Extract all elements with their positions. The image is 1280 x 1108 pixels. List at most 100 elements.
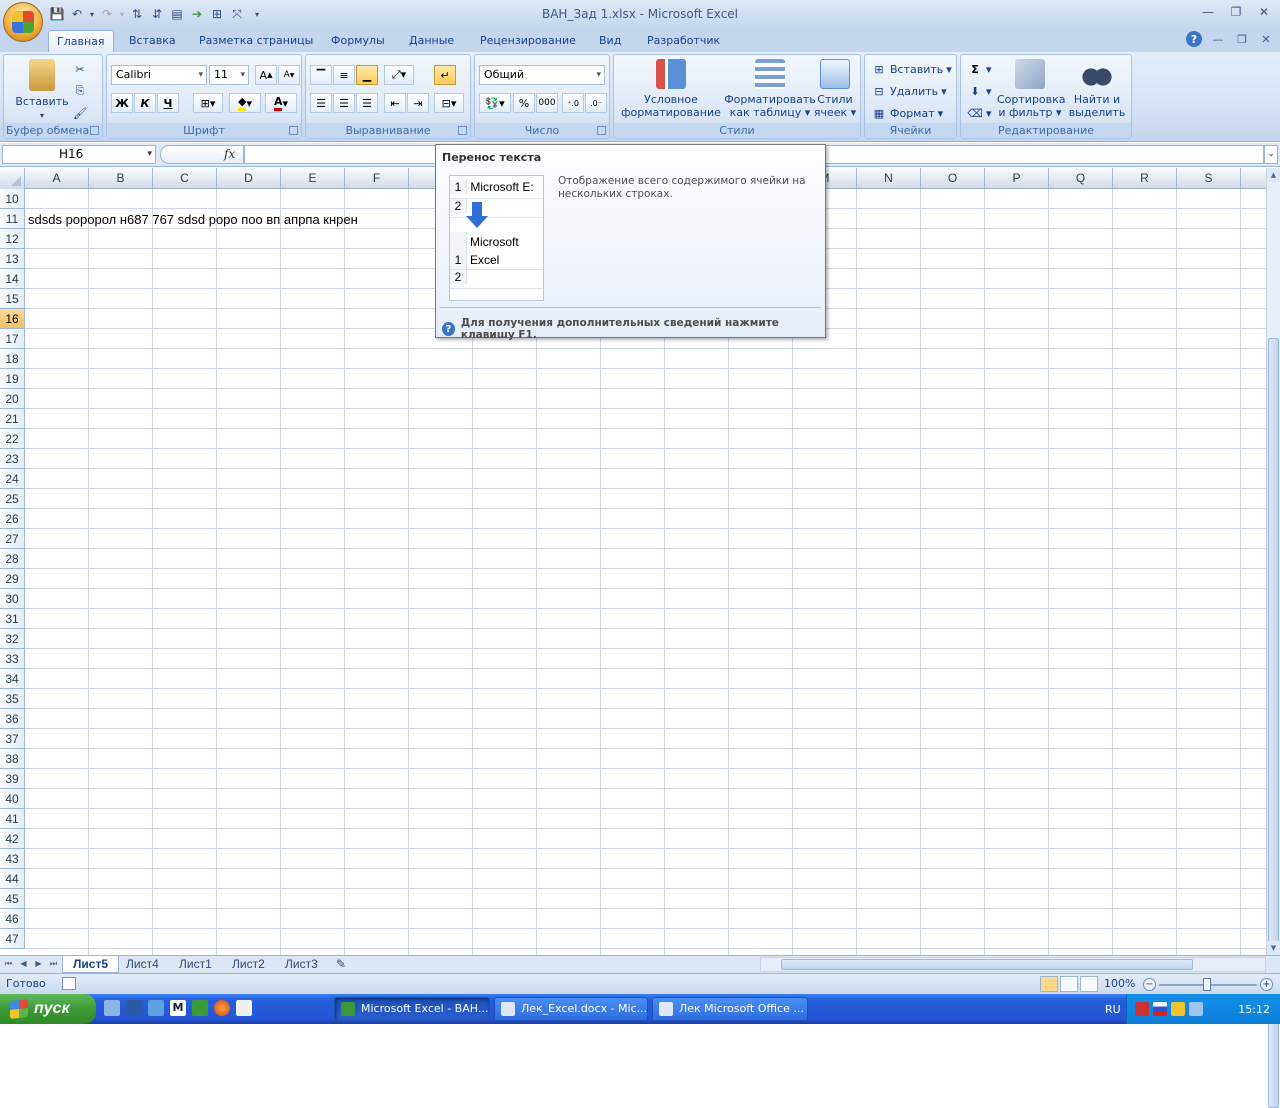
align-top-button[interactable]: ▔	[310, 65, 332, 85]
align-left-button[interactable]: ☰	[310, 93, 332, 113]
row-header[interactable]: 21	[0, 409, 25, 429]
language-indicator[interactable]: RU	[1105, 1003, 1121, 1016]
doc-minimize-icon[interactable]: —	[1210, 31, 1226, 47]
row-header[interactable]: 27	[0, 529, 25, 549]
column-header[interactable]: N	[857, 168, 921, 189]
insert-cells-button[interactable]: ⊞ Вставить ▾	[871, 59, 951, 79]
shrink-font-button[interactable]: A ▼	[278, 65, 300, 85]
normal-view-icon[interactable]	[1040, 976, 1058, 992]
column-header[interactable]: E	[281, 168, 345, 189]
number-format-select[interactable]: Общий	[479, 65, 605, 85]
doc-close-icon[interactable]: ✕	[1258, 31, 1274, 47]
font-size-select[interactable]: 11	[209, 65, 249, 85]
merge-center-button[interactable]: ⊟▾	[434, 93, 464, 113]
format-painter-button[interactable]: 🖌	[72, 103, 88, 123]
thousands-button[interactable]: 000	[536, 93, 558, 113]
insert-function-icon[interactable]: fx	[224, 147, 235, 161]
row-header[interactable]: 22	[0, 429, 25, 449]
tab-insert[interactable]: Вставка	[121, 30, 184, 52]
row-header[interactable]: 16	[0, 309, 25, 329]
column-header[interactable]: B	[89, 168, 153, 189]
quicklaunch-calc-icon[interactable]	[148, 1000, 164, 1016]
zoom-slider[interactable]: − +	[1143, 978, 1273, 992]
tab-page-layout[interactable]: Разметка страницы	[191, 30, 321, 52]
percent-button[interactable]: %	[513, 93, 535, 113]
borders-button[interactable]: ⊞▾	[193, 93, 223, 113]
align-center-button[interactable]: ☰	[333, 93, 355, 113]
increase-indent-button[interactable]: ⇥	[407, 93, 429, 113]
row-header[interactable]: 43	[0, 849, 25, 869]
row-header[interactable]: 14	[0, 269, 25, 289]
find-select-button[interactable]: Найти и выделить ▾	[1065, 59, 1129, 132]
select-all-button[interactable]	[0, 168, 25, 189]
orientation-button[interactable]: ⤢▾	[384, 65, 414, 85]
quicklaunch-excel-icon[interactable]	[192, 1000, 208, 1016]
delete-cells-button[interactable]: ⊟ Удалить ▾	[871, 81, 946, 101]
insert-sheet-icon[interactable]: ✎	[330, 956, 352, 973]
align-bottom-button[interactable]: ▁	[356, 65, 378, 85]
row-header[interactable]: 32	[0, 629, 25, 649]
increase-decimal-button[interactable]: ⁺.0	[562, 93, 584, 113]
row-header[interactable]: 41	[0, 809, 25, 829]
tray-flag-icon[interactable]	[1153, 1002, 1167, 1016]
row-header[interactable]: 15	[0, 289, 25, 309]
quicklaunch-app-icon[interactable]	[104, 1000, 120, 1016]
maximize-icon[interactable]: ❐	[1226, 4, 1246, 20]
first-sheet-icon[interactable]: ⏮	[2, 956, 15, 972]
row-header[interactable]: 45	[0, 889, 25, 909]
column-header[interactable]: F	[345, 168, 409, 189]
row-header[interactable]: 46	[0, 909, 25, 929]
row-header[interactable]: 20	[0, 389, 25, 409]
fill-color-button[interactable]: ◆ ▾	[229, 93, 261, 113]
cut-button[interactable]: ✂	[72, 59, 88, 79]
alignment-launcher-icon[interactable]	[458, 126, 467, 135]
tab-review[interactable]: Рецензирование	[472, 30, 584, 52]
paste-button[interactable]: Вставить ▾	[12, 59, 72, 122]
tab-data[interactable]: Данные	[401, 30, 462, 52]
row-header[interactable]: 17	[0, 329, 25, 349]
row-header[interactable]: 25	[0, 489, 25, 509]
row-header[interactable]: 47	[0, 929, 25, 949]
clear-button[interactable]: ⌫ ▾	[967, 103, 991, 123]
quicklaunch-desktop-icon[interactable]	[126, 1000, 142, 1016]
row-header[interactable]: 11	[0, 209, 25, 229]
row-header[interactable]: 30	[0, 589, 25, 609]
row-header[interactable]: 12	[0, 229, 25, 249]
wrap-text-button[interactable]: ↵	[434, 65, 456, 85]
column-header[interactable]: O	[921, 168, 985, 189]
row-header[interactable]: 44	[0, 869, 25, 889]
row-header[interactable]: 13	[0, 249, 25, 269]
column-header[interactable]: D	[217, 168, 281, 189]
underline-button[interactable]: Ч	[157, 93, 179, 113]
horizontal-scrollbar[interactable]	[760, 957, 1266, 972]
sheet-tab-list1[interactable]: Лист1	[169, 956, 222, 973]
conditional-formatting-button[interactable]: Условное форматирование ▾	[618, 59, 724, 132]
zoom-in-icon[interactable]: +	[1260, 978, 1273, 991]
sheet-tab-list4[interactable]: Лист4	[116, 956, 169, 973]
tab-formulas[interactable]: Формулы	[323, 30, 393, 52]
currency-button[interactable]: 💱 ▾	[479, 93, 511, 113]
task-excel[interactable]: Microsoft Excel - ВАН...	[334, 997, 490, 1021]
row-header[interactable]: 40	[0, 789, 25, 809]
zoom-level[interactable]: 100%	[1104, 977, 1135, 990]
row-header[interactable]: 19	[0, 369, 25, 389]
grow-font-button[interactable]: A ▲	[255, 65, 277, 85]
cell-a11[interactable]: sdsds роророл н687 767 sdsd роро поо вп …	[28, 210, 358, 230]
help-icon[interactable]: ?	[1186, 31, 1202, 47]
row-header[interactable]: 24	[0, 469, 25, 489]
quicklaunch-firefox-icon[interactable]	[214, 1000, 230, 1016]
row-header[interactable]: 33	[0, 649, 25, 669]
row-header[interactable]: 42	[0, 829, 25, 849]
page-layout-view-icon[interactable]	[1060, 976, 1078, 992]
row-header[interactable]: 34	[0, 669, 25, 689]
office-button[interactable]	[3, 2, 43, 42]
name-box[interactable]: H16	[2, 145, 156, 164]
row-header[interactable]: 35	[0, 689, 25, 709]
zoom-knob[interactable]	[1203, 978, 1211, 991]
sort-filter-button[interactable]: Сортировка и фильтр ▾	[997, 59, 1066, 119]
start-button[interactable]: пуск	[0, 994, 96, 1024]
align-right-button[interactable]: ☰	[356, 93, 378, 113]
row-header[interactable]: 31	[0, 609, 25, 629]
column-header[interactable]: C	[153, 168, 217, 189]
align-middle-button[interactable]: ≡	[333, 65, 355, 85]
